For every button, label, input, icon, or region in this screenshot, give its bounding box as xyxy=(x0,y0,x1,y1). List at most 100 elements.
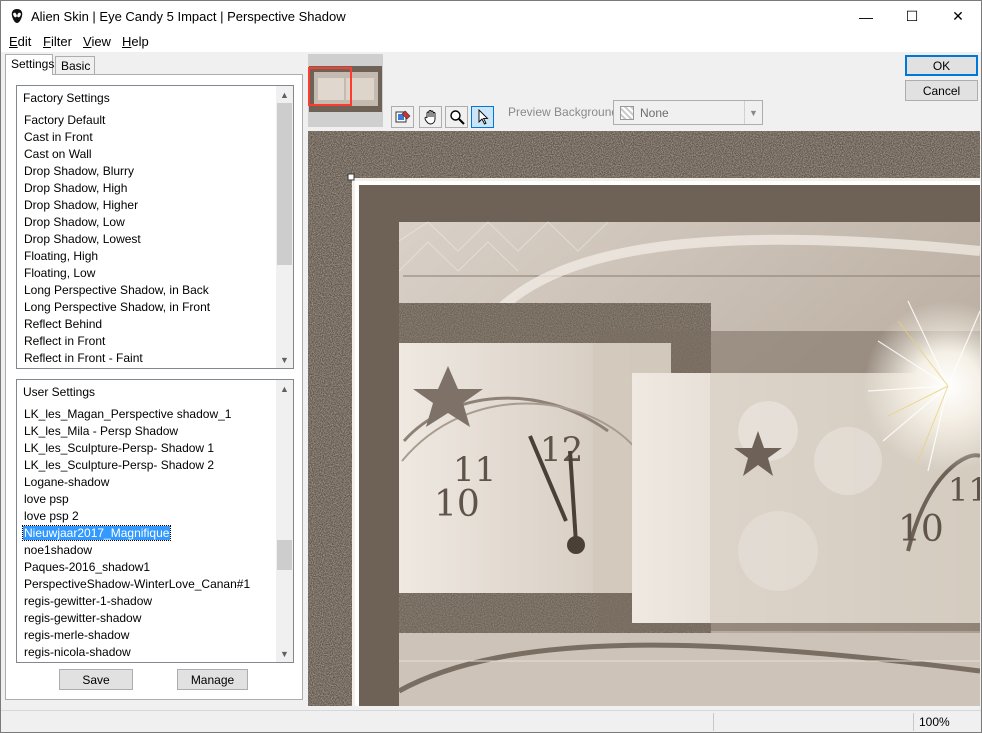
list-item-label: love psp 2 xyxy=(24,509,79,523)
factory-settings-list[interactable]: Factory Settings Factory Default Cast in … xyxy=(16,85,294,369)
scroll-thumb[interactable] xyxy=(277,540,292,570)
list-item[interactable]: regis-gewitter-shadow xyxy=(22,610,275,627)
list-item[interactable]: noe1shadow xyxy=(22,542,275,559)
list-item[interactable]: Drop Shadow, Lowest xyxy=(22,231,275,248)
list-item[interactable]: Drop Shadow, High xyxy=(22,180,275,197)
list-item-label: Cast on Wall xyxy=(24,147,92,161)
ok-button[interactable]: OK xyxy=(905,55,978,76)
factory-settings-items: Factory Default Cast in Front Cast on Wall… xyxy=(22,112,275,367)
zoom-level: 100% xyxy=(919,715,950,729)
list-item-label: Factory Default xyxy=(24,113,106,127)
user-scrollbar[interactable]: ▲ ▼ xyxy=(276,380,293,662)
list-item-label: regis-gewitter-shadow xyxy=(24,611,142,625)
list-item-label: Long Perspective Shadow, in Front xyxy=(24,300,211,314)
scroll-down-icon[interactable]: ▼ xyxy=(276,645,293,662)
preview-background-value: None xyxy=(640,106,669,120)
list-item[interactable]: LK_les_Sculpture-Persp- Shadow 1 xyxy=(22,440,275,457)
preview-navigator[interactable] xyxy=(308,54,383,127)
list-item[interactable]: Cast on Wall xyxy=(22,146,275,163)
list-item[interactable]: Floating, High xyxy=(22,248,275,265)
list-item[interactable]: Cast in Front xyxy=(22,129,275,146)
hand-pan-icon xyxy=(424,110,435,125)
list-item[interactable]: LK_les_Magan_Perspective shadow_1 xyxy=(22,406,275,423)
menu-edit[interactable]: Edit xyxy=(9,34,31,49)
chevron-down-icon: ▼ xyxy=(744,101,762,124)
status-divider xyxy=(713,713,714,731)
list-item[interactable]: LK_les_Mila - Persp Shadow xyxy=(22,423,275,440)
preview-canvas[interactable]: 11 12 10 10 11 xyxy=(308,131,980,706)
user-settings-list[interactable]: User Settings LK_les_Magan_Perspective s… xyxy=(16,379,294,663)
list-item-label: LK_les_Sculpture-Persp- Shadow 2 xyxy=(24,458,215,472)
list-item[interactable]: Nieuwjaar2017_Magnifique xyxy=(21,525,275,542)
list-item[interactable]: Paques-2016_shadow1 xyxy=(22,559,275,576)
list-item[interactable]: regis-gewitter-1-shadow xyxy=(22,593,275,610)
list-item[interactable]: regis-merle-shadow xyxy=(22,627,275,644)
color-picker-tool[interactable] xyxy=(391,106,414,128)
list-item-label: Floating, High xyxy=(24,249,99,263)
list-item[interactable]: Reflect Behind xyxy=(22,316,275,333)
scroll-down-icon[interactable]: ▼ xyxy=(276,351,293,368)
list-item[interactable]: love psp xyxy=(22,491,275,508)
select-color-icon xyxy=(395,110,410,123)
list-item[interactable]: love psp 2 xyxy=(22,508,275,525)
list-item-label: Reflect in Front xyxy=(24,334,106,348)
minimize-button[interactable]: — xyxy=(843,1,889,32)
list-item-label: Drop Shadow, Blurry xyxy=(24,164,135,178)
save-button[interactable]: Save xyxy=(59,669,133,690)
manage-button[interactable]: Manage xyxy=(177,669,248,690)
list-item[interactable]: Reflect in Front - Faint xyxy=(22,350,275,367)
preview-background-label: Preview Background: xyxy=(508,105,622,119)
scroll-up-icon[interactable]: ▲ xyxy=(276,86,293,103)
user-settings-header: User Settings xyxy=(23,385,96,399)
list-item[interactable]: regis-nicola-shadow xyxy=(22,644,275,661)
list-item[interactable]: Floating, Low xyxy=(22,265,275,282)
list-item-label: Drop Shadow, Lowest xyxy=(24,232,141,246)
list-item-label: Nieuwjaar2017_Magnifique xyxy=(21,525,172,541)
list-item-label: Drop Shadow, Higher xyxy=(24,198,139,212)
app-window: Alien Skin | Eye Candy 5 Impact | Perspe… xyxy=(0,0,982,733)
navigator-thumbnail xyxy=(308,54,383,127)
tab-basic[interactable]: Basic xyxy=(55,56,95,74)
clock-numeral: 10 xyxy=(434,484,480,525)
list-item-label: LK_les_Sculpture-Persp- Shadow 1 xyxy=(24,441,215,455)
transparent-swatch-icon xyxy=(620,106,634,120)
factory-scrollbar[interactable]: ▲ ▼ xyxy=(276,86,293,368)
list-item-label: PerspectiveShadow-WinterLove_Canan#1 xyxy=(24,577,251,591)
list-item[interactable]: Drop Shadow, Low xyxy=(22,214,275,231)
clock-numeral: 11 xyxy=(948,471,980,509)
zoom-tool[interactable] xyxy=(445,106,468,128)
settings-panel: Factory Settings Factory Default Cast in … xyxy=(5,74,303,700)
list-item-label: love psp xyxy=(24,492,69,506)
list-item-label: Logane-shadow xyxy=(24,475,110,489)
menu-filter[interactable]: Filter xyxy=(43,34,72,49)
alien-skin-logo-icon xyxy=(11,9,23,23)
pan-tool[interactable] xyxy=(419,106,442,128)
list-item[interactable]: Reflect in Front xyxy=(22,333,275,350)
list-item[interactable]: LK_les_Sculpture-Persp- Shadow 2 xyxy=(22,457,275,474)
list-item-label: regis-nicola-shadow xyxy=(24,645,131,659)
cancel-button[interactable]: Cancel xyxy=(905,80,978,101)
list-item[interactable]: Long Perspective Shadow, in Back xyxy=(22,282,275,299)
list-item-label: Cast in Front xyxy=(24,130,93,144)
preview-background-select[interactable]: None ▼ xyxy=(613,100,763,125)
list-item[interactable]: Logane-shadow xyxy=(22,474,275,491)
list-item[interactable]: Drop Shadow, Blurry xyxy=(22,163,275,180)
scroll-thumb[interactable] xyxy=(277,103,292,265)
list-item-label: LK_les_Mila - Persp Shadow xyxy=(24,424,179,438)
menu-bar: Edit Filter View Help xyxy=(1,32,981,52)
menu-help[interactable]: Help xyxy=(122,34,149,49)
scroll-up-icon[interactable]: ▲ xyxy=(276,380,293,397)
list-item[interactable]: PerspectiveShadow-WinterLove_Canan#1 xyxy=(22,576,275,593)
list-item-label: Floating, Low xyxy=(24,266,96,280)
menu-view[interactable]: View xyxy=(83,34,111,49)
pointer-tool[interactable] xyxy=(471,106,494,128)
tab-settings[interactable]: Settings xyxy=(5,54,54,75)
list-item[interactable]: Drop Shadow, Higher xyxy=(22,197,275,214)
maximize-button[interactable]: ☐ xyxy=(889,1,935,32)
list-item-label: Reflect in Front - Faint xyxy=(24,351,143,365)
close-button[interactable]: ✕ xyxy=(935,1,981,32)
zoom-icon xyxy=(449,110,465,125)
status-bar: 100% xyxy=(1,710,981,732)
list-item[interactable]: Long Perspective Shadow, in Front xyxy=(22,299,275,316)
list-item[interactable]: Factory Default xyxy=(22,112,275,129)
